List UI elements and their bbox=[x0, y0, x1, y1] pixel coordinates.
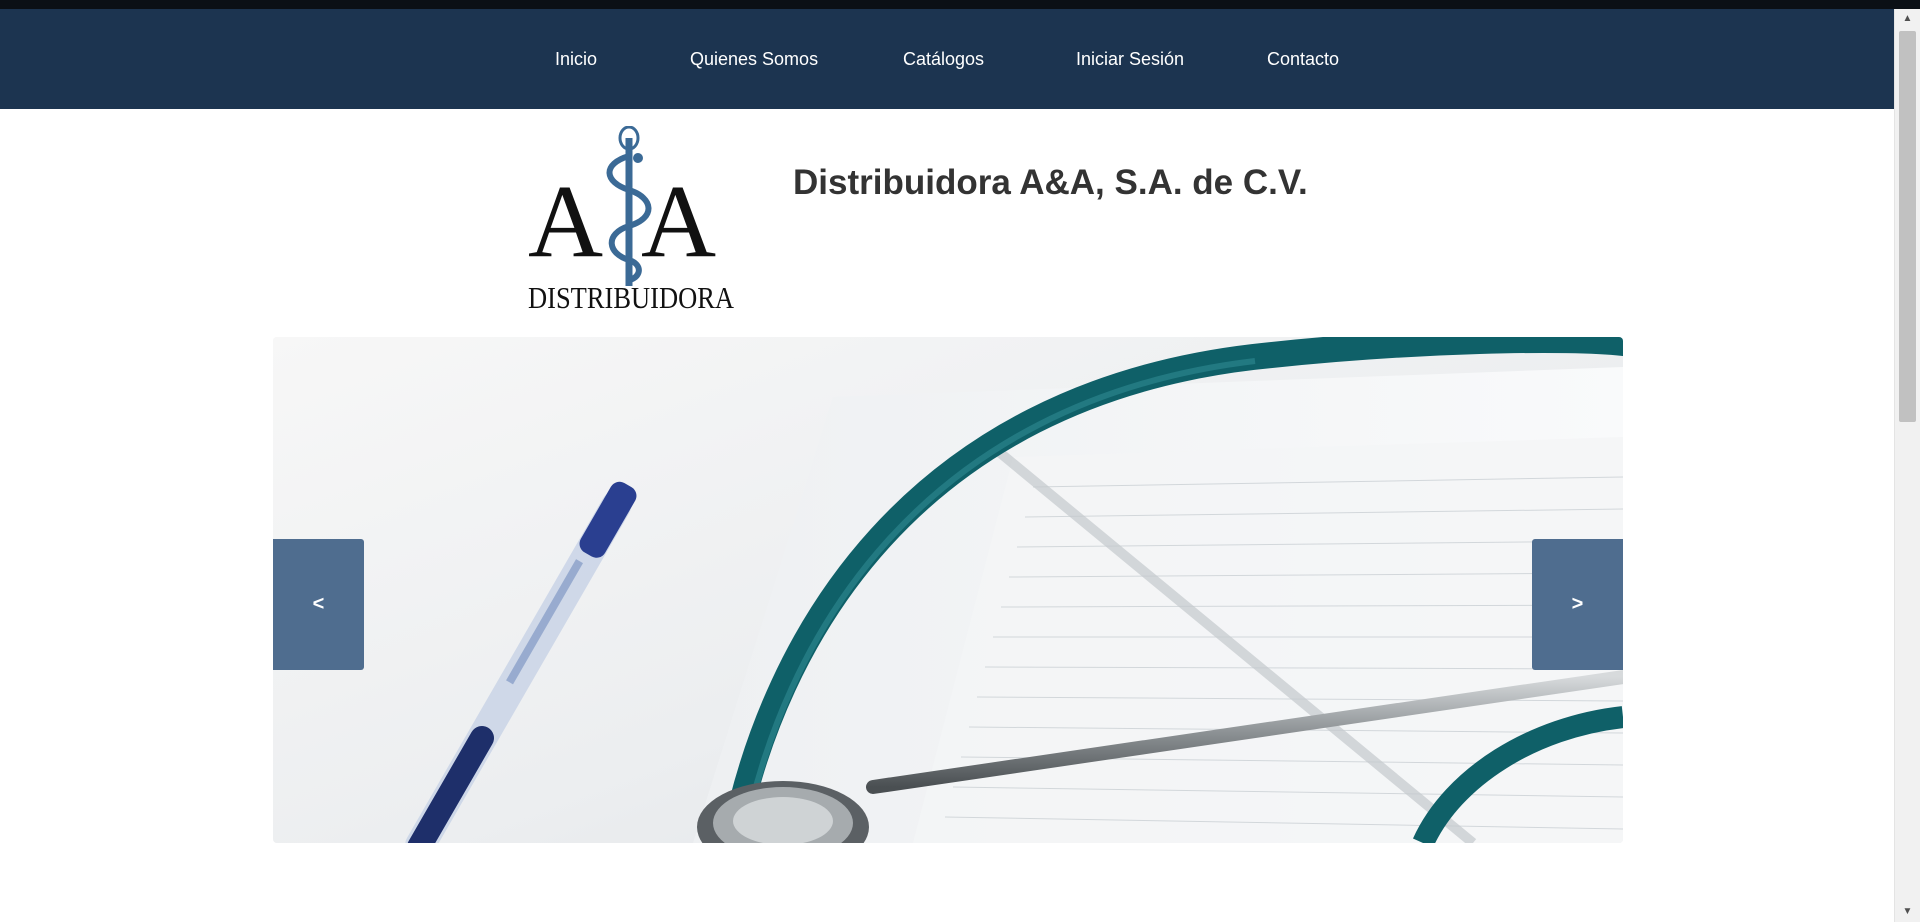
main-navbar: Inicio Quienes Somos Catálogos Iniciar S… bbox=[0, 9, 1894, 109]
slider-next-button[interactable]: > bbox=[1532, 539, 1623, 670]
scroll-down-arrow-icon[interactable]: ▼ bbox=[1895, 902, 1920, 922]
svg-text:DISTRIBUIDORA: DISTRIBUIDORA bbox=[528, 280, 735, 315]
logo-image: A A DISTRIBUIDORA bbox=[528, 125, 735, 315]
company-logo[interactable]: A A DISTRIBUIDORA bbox=[524, 125, 738, 316]
svg-text:A: A bbox=[528, 164, 603, 279]
image-slider: < > bbox=[273, 337, 1623, 843]
window-top-strip bbox=[0, 0, 1920, 9]
slide-image bbox=[273, 337, 1623, 843]
page: Inicio Quienes Somos Catálogos Iniciar S… bbox=[0, 0, 1920, 922]
nav-contacto[interactable]: Contacto bbox=[1267, 9, 1339, 109]
nav-iniciar-sesion[interactable]: Iniciar Sesión bbox=[1076, 9, 1184, 109]
nav-inicio[interactable]: Inicio bbox=[555, 9, 597, 109]
slider-prev-button[interactable]: < bbox=[273, 539, 364, 670]
scroll-thumb[interactable] bbox=[1899, 31, 1916, 422]
nav-catalogos[interactable]: Catálogos bbox=[903, 9, 984, 109]
vertical-scrollbar[interactable]: ▲ ▼ bbox=[1894, 9, 1920, 922]
svg-text:A: A bbox=[641, 164, 716, 279]
scroll-up-arrow-icon[interactable]: ▲ bbox=[1895, 9, 1920, 29]
nav-quienes-somos[interactable]: Quienes Somos bbox=[690, 9, 818, 109]
site-title: Distribuidora A&A, S.A. de C.V. bbox=[793, 163, 1308, 202]
